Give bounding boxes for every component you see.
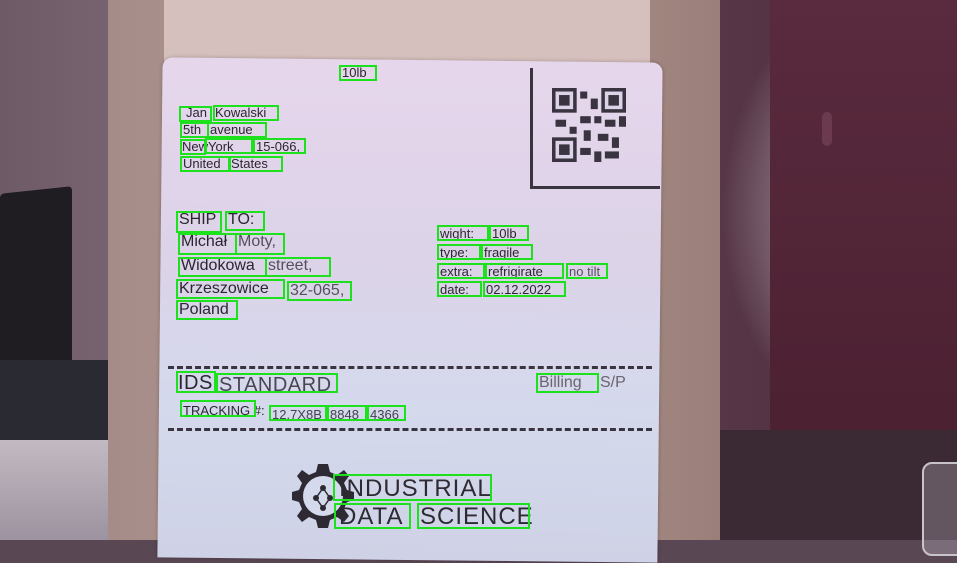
detection-box <box>437 225 489 241</box>
top-dashed-divider <box>168 366 652 369</box>
cabinet <box>770 0 957 470</box>
detection-box <box>269 405 327 421</box>
detection-box <box>265 257 331 277</box>
detection-box <box>180 122 209 138</box>
qr-code-icon <box>552 88 626 162</box>
detection-box <box>437 281 482 297</box>
detection-box <box>327 405 367 421</box>
detection-box <box>180 400 256 417</box>
detection-box <box>481 244 533 260</box>
detection-box <box>437 263 485 279</box>
detection-box <box>176 300 238 320</box>
detection-box <box>180 139 206 155</box>
glass <box>922 462 957 556</box>
detection-box <box>417 503 530 529</box>
keyboard <box>0 360 122 440</box>
detection-box <box>489 225 529 241</box>
detection-box <box>235 233 285 255</box>
photo-scene: 10lb Jan Kowalski 5th avenue New York 15… <box>0 0 957 563</box>
detection-box <box>216 373 338 393</box>
desk-mat <box>700 430 957 540</box>
detection-box <box>205 138 253 154</box>
detection-box <box>333 474 492 501</box>
detection-box <box>176 371 216 393</box>
bottom-dashed-divider <box>168 428 652 431</box>
detection-box <box>287 281 352 301</box>
billing-suffix: S/P <box>600 374 626 391</box>
detection-box <box>176 279 285 299</box>
detection-box <box>566 263 608 279</box>
detection-box <box>179 106 212 122</box>
detection-box <box>334 503 411 529</box>
detection-box <box>180 156 230 172</box>
detection-box <box>367 405 406 421</box>
detection-box <box>213 105 279 121</box>
detection-box <box>485 263 564 279</box>
cabinet-handle <box>822 112 832 146</box>
detection-box <box>229 156 283 172</box>
detection-box <box>339 65 377 81</box>
detection-box <box>483 281 566 297</box>
detection-box <box>536 373 599 393</box>
detection-box <box>178 257 267 277</box>
laptop <box>0 186 72 374</box>
detection-box <box>178 233 237 255</box>
detection-box <box>225 211 265 231</box>
detection-box <box>176 211 222 233</box>
detection-box <box>253 138 306 154</box>
detection-box <box>207 122 267 138</box>
detection-box <box>437 244 481 260</box>
